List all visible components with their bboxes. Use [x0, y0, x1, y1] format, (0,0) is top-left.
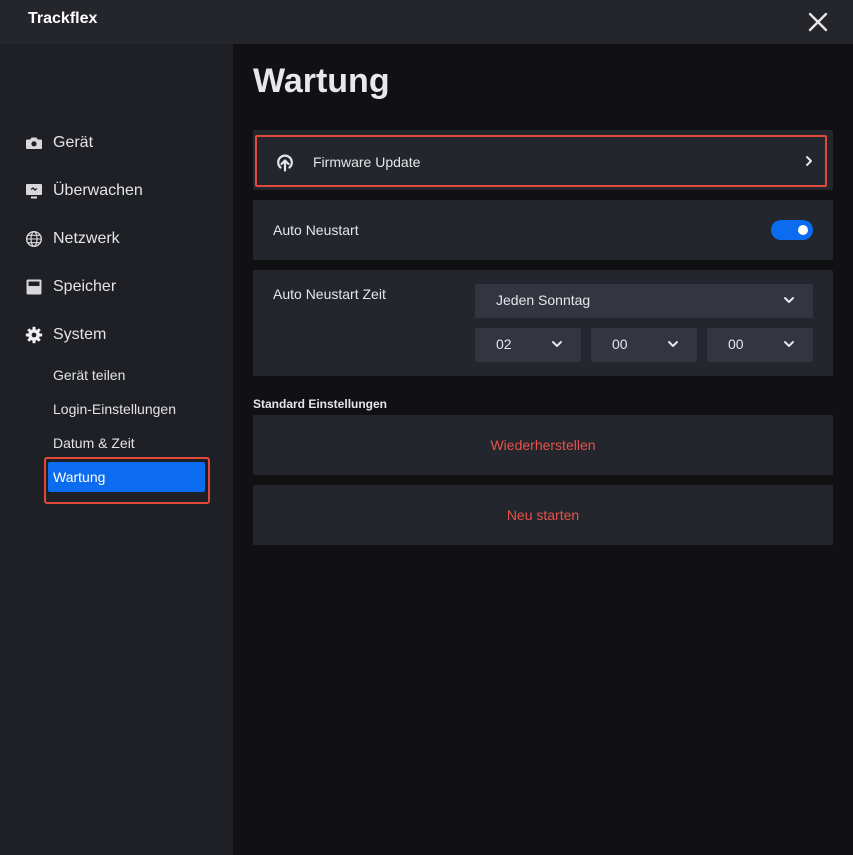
section-caption: Standard Einstellungen	[253, 397, 388, 411]
sidebar-subitem-datum-zeit[interactable]: Datum & Zeit	[53, 435, 135, 451]
close-button[interactable]	[805, 9, 831, 35]
firmware-update-label: Firmware Update	[313, 154, 421, 170]
hour-select-value: 02	[496, 336, 512, 352]
sidebar-item-label: Netzwerk	[53, 230, 120, 247]
chevron-down-icon	[667, 339, 679, 349]
sidebar-item-label: Speicher	[53, 278, 117, 295]
toggle-knob	[798, 225, 808, 235]
upload-cloud-icon	[274, 151, 296, 173]
auto-restart-time-card: Auto Neustart Zeit Jeden Sonntag 02 00 0…	[253, 270, 833, 376]
sidebar-item-geraet[interactable]: Gerät	[25, 129, 93, 157]
chevron-right-icon	[803, 154, 815, 168]
restore-label: Wiederherstellen	[490, 437, 596, 453]
auto-restart-label: Auto Neustart	[273, 222, 359, 238]
chevron-down-icon	[783, 295, 795, 305]
reboot-label: Neu starten	[506, 507, 580, 523]
sidebar-item-netzwerk[interactable]: Netzwerk	[25, 225, 120, 253]
sidebar-subitem-login-einstellungen[interactable]: Login-Einstellungen	[53, 401, 176, 417]
day-select[interactable]: Jeden Sonntag	[475, 284, 813, 318]
main-panel: Wartung Firmware Update Auto Neustart Au…	[233, 44, 853, 855]
sidebar-item-ueberwachen[interactable]: Überwachen	[25, 177, 143, 205]
page-title: Wartung	[253, 62, 390, 100]
sidebar-item-label: Überwachen	[53, 182, 143, 199]
gear-icon	[25, 326, 43, 344]
sidebar-item-system[interactable]: System	[25, 321, 106, 349]
sidebar-subitem-wartung[interactable]: Wartung	[48, 462, 205, 492]
storage-icon	[25, 278, 43, 296]
minute-select[interactable]: 00	[591, 328, 697, 362]
restore-button[interactable]: Wiederherstellen	[253, 415, 833, 475]
firmware-update-row[interactable]: Firmware Update	[255, 135, 827, 187]
sidebar-item-label: System	[53, 326, 107, 343]
close-icon	[808, 12, 828, 32]
chevron-down-icon	[551, 339, 563, 349]
hour-select[interactable]: 02	[475, 328, 581, 362]
auto-restart-toggle[interactable]	[771, 220, 813, 240]
chevron-down-icon	[783, 339, 795, 349]
auto-restart-card: Auto Neustart	[253, 200, 833, 260]
sidebar-item-speicher[interactable]: Speicher	[25, 273, 116, 301]
title-bar: Trackflex	[0, 0, 853, 44]
sidebar-subitem-label: Wartung	[53, 469, 106, 485]
second-select-value: 00	[728, 336, 744, 352]
sidebar: Gerät Überwachen Netzwerk Speicher Syste…	[0, 44, 233, 855]
camera-icon	[25, 134, 43, 152]
auto-restart-time-label: Auto Neustart Zeit	[273, 286, 386, 302]
day-select-value: Jeden Sonntag	[496, 292, 591, 308]
globe-icon	[25, 230, 43, 248]
sidebar-subitem-geraet-teilen[interactable]: Gerät teilen	[53, 367, 125, 383]
second-select[interactable]: 00	[707, 328, 813, 362]
monitor-icon	[25, 182, 43, 200]
app-title: Trackflex	[28, 10, 98, 27]
reboot-button[interactable]: Neu starten	[253, 485, 833, 545]
minute-select-value: 00	[612, 336, 628, 352]
sidebar-item-label: Gerät	[53, 134, 94, 151]
